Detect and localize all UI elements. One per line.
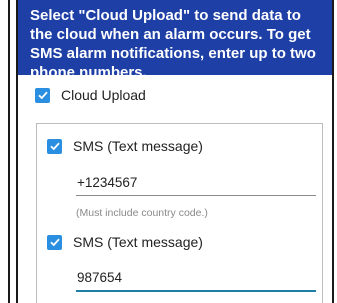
cloud-upload-row[interactable]: Cloud Upload	[35, 87, 146, 103]
sms-1-label: SMS (Text message)	[73, 138, 203, 154]
cloud-upload-label: Cloud Upload	[61, 87, 146, 103]
country-code-helper: (Must include country code.)	[76, 207, 208, 219]
window-frame-left	[0, 0, 18, 303]
sms-2-label: SMS (Text message)	[73, 234, 203, 250]
phone-number-2-field[interactable]: 987654	[76, 270, 316, 292]
sms-2-checkbox[interactable]	[47, 234, 62, 250]
sms-row-2[interactable]: SMS (Text message)	[47, 234, 203, 250]
sms-settings-box: SMS (Text message) +1234567 (Must includ…	[36, 123, 323, 303]
window-frame-right	[332, 0, 337, 303]
alarm-settings-panel: Select "Cloud Upload" to send data to th…	[18, 0, 332, 303]
phone-number-1-value[interactable]: +1234567	[76, 175, 316, 190]
check-icon	[49, 238, 60, 247]
phone-number-2-value[interactable]: 987654	[76, 270, 316, 285]
phone-number-1-field[interactable]: +1234567	[76, 175, 316, 196]
phone-number-1-underline	[76, 195, 316, 196]
check-icon	[37, 91, 48, 100]
instructions-text: Select "Cloud Upload" to send data to th…	[30, 7, 316, 81]
sms-row-1[interactable]: SMS (Text message)	[47, 138, 203, 154]
cloud-upload-checkbox[interactable]	[35, 87, 50, 103]
check-icon	[49, 142, 60, 151]
instructions-banner: Select "Cloud Upload" to send data to th…	[18, 0, 332, 81]
sms-1-checkbox[interactable]	[47, 138, 62, 154]
phone-number-2-underline	[76, 290, 316, 292]
